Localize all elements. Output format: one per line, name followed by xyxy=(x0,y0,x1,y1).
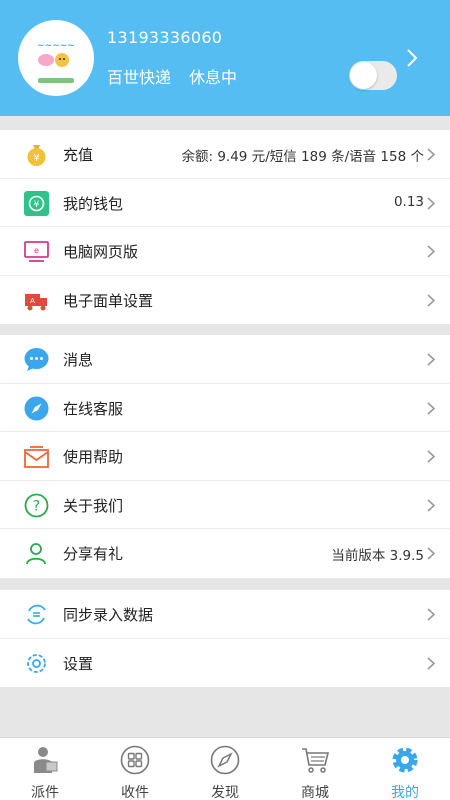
menu-item-label: 关于我们 xyxy=(63,496,124,515)
menu-item-settings[interactable]: 设置 xyxy=(0,639,450,688)
tab-receive[interactable]: 收件 xyxy=(90,738,180,800)
menu-item-label: 电脑网页版 xyxy=(63,243,139,261)
chevron-right-icon xyxy=(427,450,435,463)
menu-group-system: 同步录入数据 设置 xyxy=(0,590,450,687)
tab-label: 派件 xyxy=(31,785,59,800)
menu-item-share[interactable]: 分享有礼 当前版本 3.9.5 xyxy=(0,529,450,578)
svg-text:A: A xyxy=(30,297,35,305)
tab-dispatch[interactable]: 派件 xyxy=(0,738,90,800)
phone-number: 13193336060 xyxy=(107,28,223,47)
avatar[interactable]: ~~~~~ xyxy=(18,20,94,96)
menu-group-account: ¥ 充值 余额: 9.49 元/短信 189 条/语音 158 个 ¥ 我的钱包… xyxy=(0,130,450,324)
app-version: 当前版本 3.9.5 xyxy=(331,548,424,564)
sync-icon xyxy=(27,604,46,625)
tab-label: 发现 xyxy=(211,785,239,800)
chevron-right-icon xyxy=(427,245,435,258)
bottom-tab-bar: 派件 收件 发现 商城 我的 xyxy=(0,737,450,800)
tab-label: 收件 xyxy=(121,785,149,800)
monitor-icon: e xyxy=(24,241,49,262)
tab-label: 我的 xyxy=(391,785,419,800)
compass-icon xyxy=(210,745,240,775)
wallet-balance: 0.13 xyxy=(393,193,424,210)
menu-item-label: 电子面单设置 xyxy=(63,291,154,310)
svg-text:?: ? xyxy=(33,498,40,514)
chevron-right-icon xyxy=(427,498,435,512)
menu-item-waybill-settings[interactable]: A 电子面单设置 xyxy=(0,276,450,325)
wallet-icon: ¥ xyxy=(24,190,49,216)
menu-item-label: 充值 xyxy=(63,146,94,164)
menu-item-recharge[interactable]: ¥ 充值 余额: 9.49 元/短信 189 条/语音 158 个 xyxy=(0,130,450,179)
work-status: 休息中 xyxy=(189,68,238,87)
svg-text:¥: ¥ xyxy=(34,200,40,210)
menu-item-online-service[interactable]: 在线客服 xyxy=(0,384,450,432)
menu-item-label: 消息 xyxy=(63,351,94,369)
cart-icon xyxy=(302,748,330,773)
envelope-icon xyxy=(24,446,49,468)
courier-icon xyxy=(34,747,58,773)
chat-bubble-icon xyxy=(24,348,49,371)
compass-icon xyxy=(24,396,49,420)
menu-item-label: 同步录入数据 xyxy=(63,606,154,624)
menu-item-about[interactable]: ? 关于我们 xyxy=(0,481,450,529)
menu-group-support: 消息 在线客服 使用帮助 ? 关于我们 分享有礼 当前版本 3.9.5 xyxy=(0,335,450,578)
menu-item-label: 分享有礼 xyxy=(63,545,124,563)
tab-discover[interactable]: 发现 xyxy=(180,738,270,800)
profile-header[interactable]: ~~~~~ 13193336060 百世快递 休息中 xyxy=(0,0,450,116)
rest-toggle[interactable] xyxy=(349,61,397,90)
chevron-right-icon[interactable] xyxy=(405,47,419,69)
people-icon xyxy=(26,543,46,565)
chevron-right-icon xyxy=(427,608,435,621)
balance-value: 余额: 9.49 元/短信 189 条/语音 158 个 xyxy=(181,149,425,165)
chevron-right-icon xyxy=(427,196,435,210)
chevron-right-icon xyxy=(427,547,435,560)
gear-icon xyxy=(392,747,418,773)
menu-item-label: 在线客服 xyxy=(63,399,124,418)
menu-item-help[interactable]: 使用帮助 xyxy=(0,432,450,481)
chevron-right-icon xyxy=(427,401,435,415)
svg-text:~~~~~: ~~~~~ xyxy=(37,41,75,51)
menu-item-wallet[interactable]: ¥ 我的钱包 0.13 xyxy=(0,179,450,227)
menu-item-web-version[interactable]: e 电脑网页版 xyxy=(0,227,450,276)
chevron-right-icon xyxy=(427,656,435,670)
menu-item-label: 设置 xyxy=(63,654,94,673)
menu-item-sync-data[interactable]: 同步录入数据 xyxy=(0,590,450,639)
menu-item-label: 使用帮助 xyxy=(63,448,124,466)
chevron-right-icon xyxy=(427,293,435,307)
menu-item-messages[interactable]: 消息 xyxy=(0,335,450,384)
tab-mall[interactable]: 商城 xyxy=(270,738,360,800)
money-bag-icon: ¥ xyxy=(27,145,46,166)
company-name: 百世快递 xyxy=(107,68,172,87)
waybill-truck-icon: A xyxy=(25,293,47,310)
question-icon: ? xyxy=(24,493,49,517)
gear-icon xyxy=(27,653,46,673)
tab-mine[interactable]: 我的 xyxy=(360,738,450,800)
tab-label: 商城 xyxy=(301,785,329,800)
menu-item-label: 我的钱包 xyxy=(63,194,124,213)
svg-text:e: e xyxy=(34,246,39,255)
svg-text:¥: ¥ xyxy=(33,153,39,164)
chevron-right-icon xyxy=(427,353,435,366)
grid-icon xyxy=(120,745,150,775)
chevron-right-icon xyxy=(427,148,435,161)
